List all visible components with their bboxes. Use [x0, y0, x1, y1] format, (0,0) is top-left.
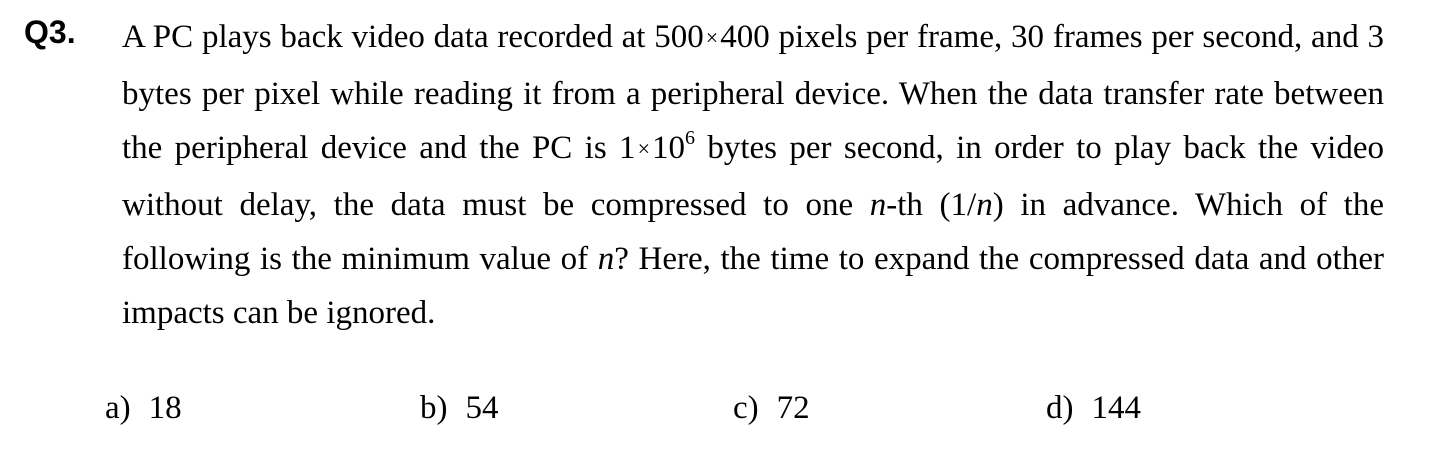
times-symbol: ×: [637, 136, 650, 161]
variable-n: n: [976, 187, 993, 223]
choice-letter: b): [420, 390, 448, 426]
choice-value: 72: [776, 390, 810, 426]
choice-d[interactable]: d) 144: [1046, 386, 1141, 430]
choice-value: 54: [465, 390, 499, 426]
question-text-part: 10: [651, 130, 685, 166]
question-text-part: A PC plays back video data recorded at 5…: [122, 19, 704, 55]
exponent: 6: [684, 127, 695, 149]
question-number: Q3.: [24, 14, 76, 50]
choice-b[interactable]: b) 54: [420, 386, 499, 430]
choice-letter: d): [1046, 390, 1074, 426]
choice-c[interactable]: c) 72: [733, 386, 810, 430]
question-text-part: -th (1/: [886, 187, 977, 223]
choice-letter: a): [105, 390, 131, 426]
choice-value: 18: [148, 390, 182, 426]
question-text: A PC plays back video data recorded at 5…: [122, 10, 1384, 340]
variable-n: n: [597, 241, 615, 277]
times-symbol: ×: [705, 25, 719, 50]
choice-a[interactable]: a) 18: [105, 386, 182, 430]
choice-letter: c): [733, 390, 759, 426]
choice-value: 144: [1091, 390, 1142, 426]
variable-n: n: [869, 187, 887, 223]
